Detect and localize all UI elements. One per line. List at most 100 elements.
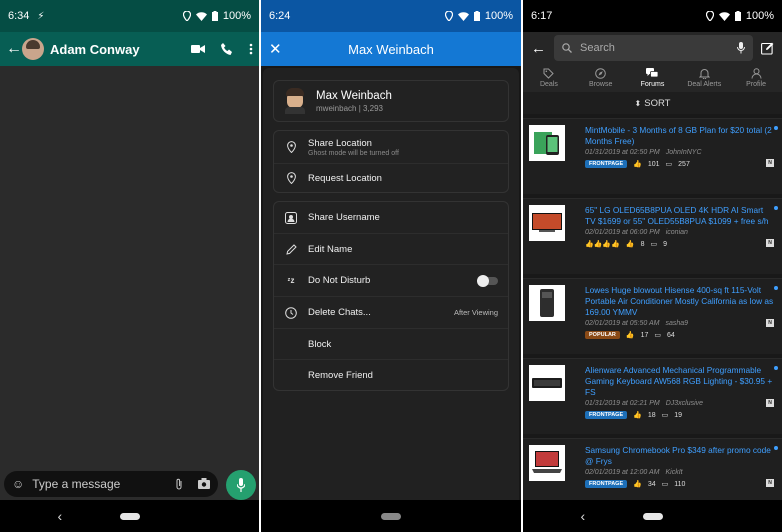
profile-card[interactable]: Max Weinbach mweinbach | 3,293 — [273, 80, 509, 122]
profile-name: Max Weinbach — [316, 89, 392, 102]
forum-thread-item[interactable]: 65" LG OLED65B8PUA OLED 4K HDR AI Smart … — [523, 198, 782, 274]
sort-button[interactable]: ⬍ SORT — [523, 92, 782, 114]
thread-author[interactable]: JohnInNYC — [666, 149, 702, 156]
thread-author[interactable]: KickIt — [665, 469, 682, 476]
comment-icon: ▭ — [661, 412, 669, 419]
tab-browse-label: Browse — [589, 81, 613, 88]
remove-friend-label: Remove Friend — [308, 369, 373, 381]
video-call-icon[interactable] — [191, 44, 205, 54]
search-input[interactable]: Search — [554, 35, 753, 61]
more-vert-icon[interactable] — [249, 43, 253, 55]
share-location-label: Share Location — [308, 137, 372, 149]
request-location-item[interactable]: Request Location — [274, 163, 508, 192]
back-arrow-icon[interactable]: ← — [6, 40, 22, 58]
attach-icon[interactable] — [174, 478, 184, 490]
thumbs-up-icon: 👍 — [633, 412, 642, 419]
thumbs-up-icon: 👍 — [633, 161, 642, 168]
back-arrow-icon[interactable]: ← — [531, 40, 546, 57]
thread-author[interactable]: iconian — [666, 229, 688, 236]
nav-home-pill[interactable] — [642, 512, 663, 520]
share-username-item[interactable]: Share Username — [274, 202, 508, 233]
message-input[interactable]: ☺ Type a message — [4, 471, 218, 497]
phone-snapchat: 6:24 100% ✕ Max Weinbach Max Weinbach mw… — [261, 0, 521, 532]
thread-date: 02/01/2019 at 12:00 AM — [585, 469, 660, 476]
mic-icon — [237, 478, 245, 492]
thread-date: 02/01/2019 at 05:50 AM — [585, 320, 660, 327]
thumbs-count: 8 — [640, 240, 645, 248]
location-icon — [705, 11, 714, 21]
thumbs-up-icon: 👍 — [633, 481, 642, 488]
thread-thumbnail[interactable] — [529, 285, 565, 321]
tab-forums[interactable]: Forums — [627, 64, 679, 92]
comment-count: 257 — [678, 160, 690, 168]
thumbs-up-icon: 👍 — [625, 241, 635, 248]
battery-percent: 100% — [222, 10, 251, 22]
share-location-item[interactable]: Share Location Ghost mode will be turned… — [274, 131, 508, 163]
do-not-disturb-label: Do Not Disturb — [308, 275, 371, 286]
tab-profile[interactable]: Profile — [730, 64, 782, 92]
block-item[interactable]: Block — [274, 328, 508, 359]
mic-icon[interactable] — [737, 42, 745, 54]
thumbs-count: 34 — [647, 480, 656, 488]
emoji-icon[interactable]: ☺ — [12, 477, 24, 491]
share-username-label: Share Username — [308, 212, 380, 223]
nav-home-pill[interactable] — [119, 512, 140, 520]
comment-icon: ▭ — [665, 161, 673, 168]
phone-slickdeals: 6:17 100% ← Search Deals Browse Forums D… — [523, 0, 782, 532]
comment-icon: ▭ — [650, 241, 658, 248]
thread-author[interactable]: DJ3xclusive — [666, 400, 703, 407]
compose-icon[interactable] — [761, 42, 774, 55]
sort-arrows-icon: ⬍ — [634, 98, 642, 108]
thread-title[interactable]: MintMobile - 3 Months of 8 GB Plan for $… — [585, 125, 774, 147]
thumbs-count: 101 — [647, 160, 660, 168]
nav-back-icon[interactable]: ‹ — [581, 508, 593, 524]
thread-title[interactable]: Lowes Huge blowout Hisense 400-sq ft 115… — [585, 285, 774, 318]
comment-count: 19 — [674, 411, 683, 419]
nav-back-icon[interactable]: ‹ — [58, 508, 70, 524]
edit-name-label: Edit Name — [308, 243, 353, 255]
compass-icon — [595, 68, 606, 79]
thread-title[interactable]: Samsung Chromebook Pro $349 after promo … — [585, 445, 774, 467]
remove-friend-item[interactable]: Remove Friend — [274, 359, 508, 390]
forum-thread-item[interactable]: MintMobile - 3 Months of 8 GB Plan for $… — [523, 118, 782, 194]
thread-thumbnail[interactable] — [529, 445, 565, 481]
tab-deals[interactable]: Deals — [523, 64, 575, 92]
tab-browse[interactable]: Browse — [575, 64, 627, 92]
nav-home-pill[interactable] — [381, 512, 401, 520]
phone-call-icon[interactable] — [221, 43, 233, 55]
wifi-icon — [195, 11, 207, 21]
search-placeholder: Search — [580, 42, 615, 54]
contact-name[interactable]: Adam Conway — [50, 42, 191, 57]
thread-thumbnail[interactable] — [529, 125, 565, 161]
thread-author[interactable]: sasha9 — [665, 320, 688, 327]
battery-percent: 100% — [745, 10, 774, 22]
thread-title[interactable]: 65" LG OLED65B8PUA OLED 4K HDR AI Smart … — [585, 205, 774, 227]
do-not-disturb-toggle[interactable] — [477, 274, 498, 287]
tab-deal-alerts[interactable]: Deal Alerts — [678, 64, 730, 92]
camera-icon[interactable] — [198, 478, 210, 489]
forum-thread-item[interactable]: Alienware Advanced Mechanical Programmab… — [523, 358, 782, 434]
thread-thumbnail[interactable] — [529, 205, 565, 241]
battery-icon — [211, 11, 218, 21]
comment-count: 110 — [674, 480, 686, 488]
delete-chats-item[interactable]: Delete Chats... After Viewing — [274, 296, 508, 328]
thread-title[interactable]: Alienware Advanced Mechanical Programmab… — [585, 365, 774, 398]
tab-deal-alerts-label: Deal Alerts — [687, 81, 722, 88]
avatar[interactable] — [22, 38, 44, 60]
thread-date: 01/31/2019 at 02:21 PM — [585, 400, 660, 407]
forum-thread-item[interactable]: Lowes Huge blowout Hisense 400-sq ft 115… — [523, 278, 782, 354]
mic-button[interactable] — [226, 470, 256, 500]
delete-chats-value: After Viewing — [453, 308, 498, 317]
n-badge-icon: N — [766, 399, 774, 407]
request-location-label: Request Location — [308, 172, 382, 184]
thread-thumbnail[interactable] — [529, 365, 565, 401]
close-icon[interactable]: ✕ — [269, 40, 282, 58]
edit-name-item[interactable]: Edit Name — [274, 233, 508, 264]
thread-date: 01/31/2019 at 02:50 PM — [585, 149, 660, 156]
n-badge-icon: N — [766, 479, 774, 487]
status-bar: 6:24 100% — [261, 0, 521, 32]
comment-count: 64 — [667, 331, 675, 339]
do-not-disturb-item[interactable]: ᶻz Do Not Disturb — [274, 264, 508, 296]
thumbs-count: 17 — [640, 331, 649, 339]
system-nav-bar: ‹ — [0, 500, 259, 532]
